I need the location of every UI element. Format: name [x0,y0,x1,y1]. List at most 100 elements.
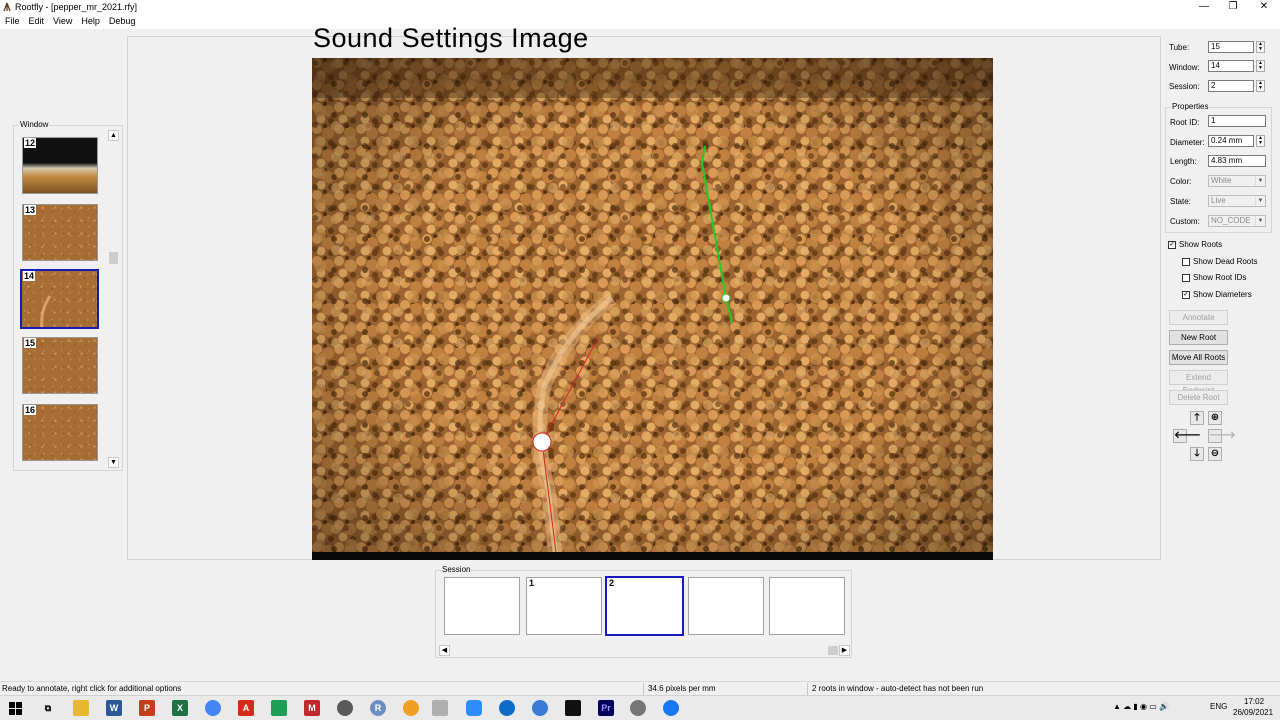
zoom-in-icon[interactable]: ⊕ [1208,411,1222,425]
app-icon[interactable] [630,700,646,716]
chevron-down-icon[interactable]: ▼ [1255,196,1265,206]
chrome-icon[interactable] [205,700,221,716]
tube-spinner[interactable]: ▲ ▼ [1256,41,1265,53]
scroll-thumb[interactable] [828,646,838,655]
close-button[interactable]: ✕ [1249,0,1279,15]
session-slot-1[interactable]: 1 [526,577,602,635]
session-slot-empty[interactable] [444,577,520,635]
pan-down-icon[interactable]: 🡓 [1190,447,1204,461]
minirhizotron-image[interactable] [312,58,993,560]
scroll-right-icon[interactable]: ▶ [839,645,850,656]
r-icon[interactable]: R [370,700,386,716]
rootfly-taskbar-icon[interactable] [432,700,448,716]
custom-select[interactable]: NO_CODE ▼ [1208,215,1266,227]
checkbox-unchecked-icon[interactable] [1182,257,1190,266]
diameter-spinner[interactable]: ▲ ▼ [1256,135,1265,147]
diameter-field[interactable]: 0.24 mm [1208,135,1254,147]
status-root-count: 2 roots in window - auto-detect has not … [812,684,984,693]
acrobat-icon[interactable]: A [238,700,254,716]
powerpoint-icon[interactable]: P [139,700,155,716]
properties-group-label: Properties [1171,102,1210,111]
spin-down-icon[interactable]: ▼ [1257,66,1264,71]
app-icon[interactable] [532,700,548,716]
window-thumbnail-12[interactable]: 12 [22,137,98,194]
clock-time[interactable]: 17:02 [1244,697,1264,706]
length-field: 4.83 mm [1208,155,1266,167]
menu-view[interactable]: View [48,15,76,29]
capcut-icon[interactable] [565,700,581,716]
session-scrollbar[interactable]: ◀ ▶ [439,645,850,656]
custom-select-value: NO_CODE [1211,216,1251,225]
length-label: Length: [1170,157,1197,166]
show-diameters-checkbox[interactable]: ✓ Show Diameters [1182,290,1252,299]
show-roots-label: Show Roots [1179,240,1223,249]
sheets-icon[interactable] [271,700,287,716]
session-slot-empty[interactable] [688,577,764,635]
root-1-node-handle[interactable] [532,432,552,452]
spin-down-icon[interactable]: ▼ [1257,47,1264,52]
session-input[interactable]: 2 [1208,80,1254,92]
window-group: Window 12 13 14 15 16 ▲ ▼ [13,120,123,471]
menu-file[interactable]: File [0,15,24,29]
pan-right-icon[interactable]: 🡒 [1208,429,1236,443]
window-thumbnail-13[interactable]: 13 [22,204,98,261]
root-2-node-handle[interactable] [721,293,731,303]
session-slot-2[interactable]: 2 [605,576,684,636]
menu-edit[interactable]: Edit [24,15,49,29]
menu-debug[interactable]: Debug [104,15,140,29]
window-input[interactable]: 14 [1208,60,1254,72]
show-root-ids-checkbox[interactable]: Show Root IDs [1182,273,1246,282]
maps-icon[interactable] [663,700,679,716]
search-app-icon[interactable] [403,700,419,716]
language-indicator[interactable]: ENG [1210,702,1227,711]
color-select[interactable]: White ▼ [1208,175,1266,187]
scroll-down-icon[interactable]: ▼ [108,457,119,468]
pan-up-icon[interactable]: 🡑 [1190,411,1204,425]
spin-down-icon[interactable]: ▼ [1257,141,1264,146]
edge-icon[interactable] [499,700,515,716]
chevron-down-icon[interactable]: ▼ [1255,216,1265,226]
excel-icon[interactable]: X [172,700,188,716]
menu-help[interactable]: Help [76,15,104,29]
mendeley-icon[interactable]: M [304,700,320,716]
extend-endpoint-button[interactable]: Extend Endpoint [1169,370,1228,395]
window-spinner[interactable]: ▲ ▼ [1256,60,1265,72]
tray-icons[interactable]: ▲ ☁ ▮ ◉ ▭ 🔊 [1113,702,1169,711]
zoom-icon[interactable] [466,700,482,716]
scroll-up-icon[interactable]: ▲ [108,130,119,141]
checkbox-unchecked-icon[interactable] [1182,273,1190,282]
show-dead-roots-checkbox[interactable]: Show Dead Roots [1182,257,1257,266]
root-id-field[interactable]: 1 [1208,115,1266,127]
premiere-icon[interactable]: Pr [598,700,614,716]
new-root-button[interactable]: New Root [1169,330,1228,345]
session-slot-empty[interactable] [769,577,845,635]
window-thumbnail-16[interactable]: 16 [22,404,98,461]
tube-input[interactable]: 15 [1208,41,1254,53]
scroll-thumb[interactable] [109,252,118,264]
annotate-button[interactable]: Annotate [1169,310,1228,325]
zoom-out-icon[interactable]: ⊖ [1208,447,1222,461]
windows-start-icon[interactable] [9,702,22,715]
window-thumbnail-14[interactable]: 14 [20,269,99,329]
checkbox-checked-icon[interactable]: ✓ [1182,290,1190,299]
delete-root-button[interactable]: Delete Root [1169,390,1228,405]
minimize-button[interactable]: — [1189,0,1219,15]
soil-image-canvas[interactable] [312,58,993,560]
clock-date[interactable]: 26/09/2021 [1233,708,1273,717]
pan-left-icon[interactable]: 🡐 [1173,429,1201,443]
restore-button[interactable]: ❐ [1218,0,1248,15]
chevron-down-icon[interactable]: ▼ [1255,176,1265,186]
word-icon[interactable]: W [106,700,122,716]
scroll-left-icon[interactable]: ◀ [439,645,450,656]
state-select[interactable]: Live ▼ [1208,195,1266,207]
app-icon[interactable] [337,700,353,716]
checkbox-checked-icon[interactable]: ✓ [1168,240,1176,249]
move-all-roots-button[interactable]: Move All Roots [1169,350,1228,365]
spin-down-icon[interactable]: ▼ [1257,86,1264,91]
window-thumbnail-15[interactable]: 15 [22,337,98,394]
task-view-icon[interactable]: ⧉ [40,700,56,716]
session-spinner[interactable]: ▲ ▼ [1256,80,1265,92]
show-roots-checkbox[interactable]: ✓ Show Roots [1168,240,1222,249]
file-explorer-icon[interactable] [73,700,89,716]
window-list-scrollbar[interactable]: ▲ ▼ [108,130,119,470]
